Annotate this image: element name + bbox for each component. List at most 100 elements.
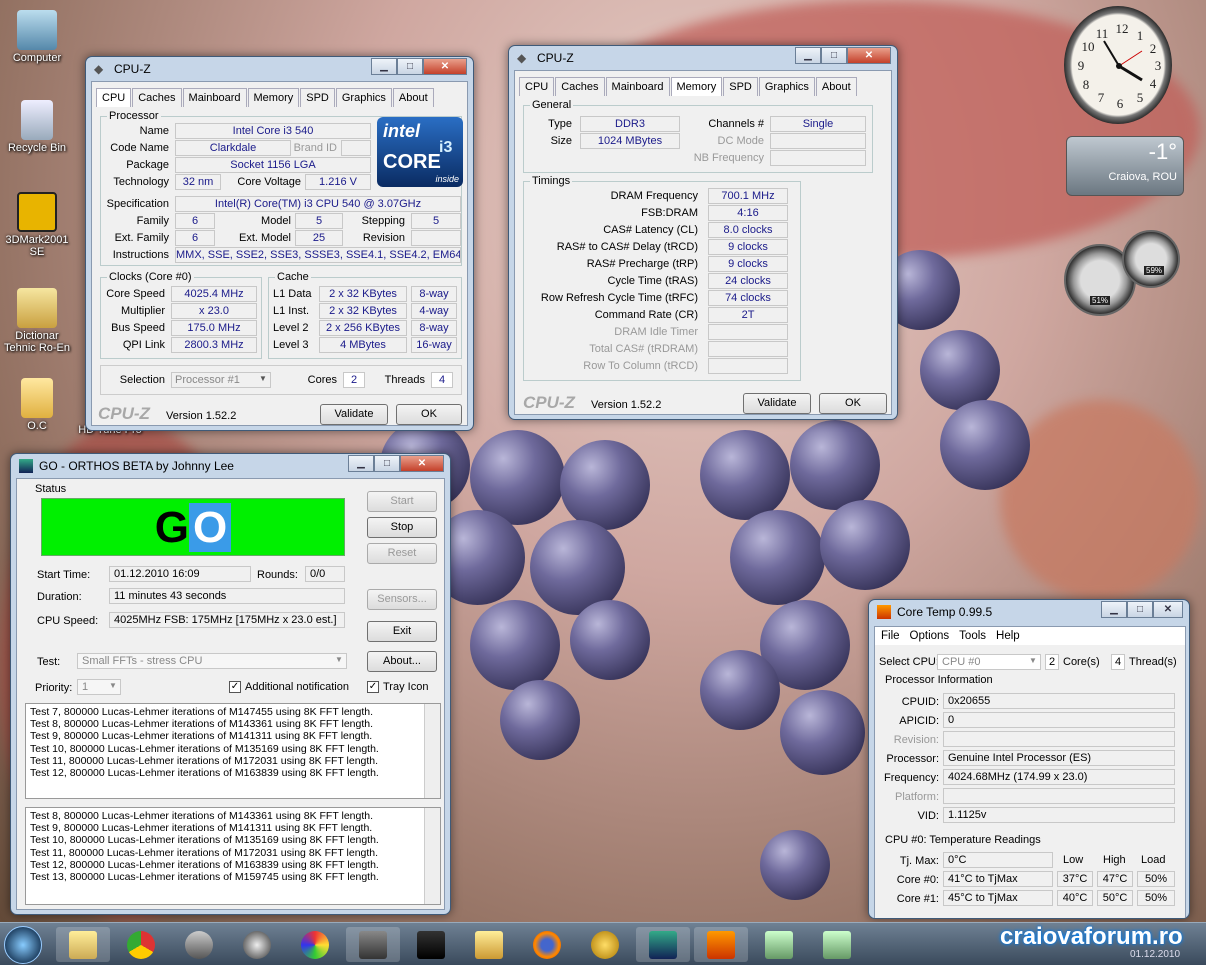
tab-cpu[interactable]: CPU — [519, 77, 555, 96]
log-scrollbar[interactable] — [424, 808, 440, 904]
maximize-button[interactable]: □ — [821, 47, 847, 64]
log-scrollbar[interactable] — [424, 704, 440, 798]
taskbar-cpuz[interactable] — [346, 927, 400, 962]
taskbar-app-7[interactable] — [404, 927, 458, 962]
menu-options[interactable]: Options — [910, 627, 950, 645]
desktop-icon-oc[interactable]: O.C — [0, 378, 74, 432]
priority-label: Priority: — [35, 682, 73, 694]
start-button[interactable]: Start — [367, 491, 437, 512]
menu-tools[interactable]: Tools — [959, 627, 986, 645]
menu-file[interactable]: File — [881, 627, 900, 645]
tray-icon-checkbox[interactable]: ✓ — [367, 681, 379, 693]
timing-value: 4:16 — [708, 205, 788, 221]
tab-graphics[interactable]: Graphics — [335, 88, 392, 107]
taskbar-app-3[interactable] — [172, 927, 226, 962]
taskbar-coretemp[interactable] — [694, 927, 748, 962]
desktop-icon-label: Dictionar Tehnic Ro-En — [3, 330, 71, 354]
processor-info-title: Processor Information — [885, 674, 993, 686]
cpu-meter-gadget[interactable]: 51% 59% — [1064, 230, 1184, 316]
timing-value — [708, 324, 788, 340]
window-title: CPU-Z — [537, 51, 574, 65]
minimize-button[interactable]: ▁ — [371, 58, 397, 75]
stop-button[interactable]: Stop — [367, 517, 437, 538]
taskbar-app-8[interactable] — [462, 927, 516, 962]
taskbar-firefox[interactable] — [520, 927, 574, 962]
minimize-button[interactable]: ▁ — [795, 47, 821, 64]
tab-memory[interactable]: Memory — [670, 77, 723, 96]
tab-graphics[interactable]: Graphics — [758, 77, 815, 96]
cpuz-cpu-window[interactable]: ◆ CPU-Z ▁ □ ✕ CPU Caches Mainboard Memory S… — [85, 56, 474, 431]
processor-select[interactable]: Processor #1 — [171, 372, 271, 388]
info-value — [943, 788, 1175, 804]
rounds-value: 0/0 — [305, 566, 345, 582]
cpuz-app-icon: ◆ — [94, 62, 104, 76]
notification-checkbox[interactable]: ✓ — [229, 681, 241, 693]
specification-label: Specification — [106, 198, 169, 210]
weather-gadget[interactable]: -1° Craiova, ROU — [1066, 136, 1184, 196]
clock-number: 4 — [1150, 76, 1157, 91]
desktop-icon-3dmark[interactable]: 3DMark2001 SE — [0, 192, 74, 258]
ok-button[interactable]: OK — [819, 393, 887, 414]
maximize-button[interactable]: □ — [1127, 601, 1153, 618]
close-button[interactable]: ✕ — [1153, 601, 1183, 618]
tab-about[interactable]: About — [815, 77, 857, 96]
tab-cpu[interactable]: CPU — [96, 88, 132, 107]
book-icon — [475, 930, 503, 959]
tab-caches[interactable]: Caches — [132, 88, 182, 107]
reset-button[interactable]: Reset — [367, 543, 437, 564]
about-button[interactable]: About... — [367, 651, 437, 672]
menu-help[interactable]: Help — [996, 627, 1020, 645]
group-title: Processor — [107, 110, 161, 122]
orthos-window[interactable]: GO - ORTHOS BETA by Johnny Lee ▁ □ ✕ Statu… — [10, 453, 451, 915]
info-value: 4024.68MHz (174.99 x 23.0) — [943, 769, 1175, 785]
ok-button[interactable]: OK — [396, 404, 462, 425]
channels-label: Channels # — [708, 118, 764, 130]
test-select[interactable]: Small FFTs - stress CPU — [77, 653, 347, 669]
exit-button[interactable]: Exit — [367, 621, 437, 642]
cpuz-memory-window[interactable]: ◆ CPU-Z ▁ □ ✕ CPU Caches Mainboard Memory S… — [508, 45, 898, 420]
log-panel-2[interactable]: Test 8, 800000 Lucas-Lehmer iterations o… — [25, 807, 441, 905]
minimize-button[interactable]: ▁ — [348, 455, 374, 472]
core-high-value: 47°C — [1097, 871, 1133, 887]
taskbar-app-10[interactable] — [578, 927, 632, 962]
tab-memory[interactable]: Memory — [247, 88, 300, 107]
family-label: Family — [136, 215, 169, 227]
taskbar-explorer[interactable] — [56, 927, 110, 962]
tab-mainboard[interactable]: Mainboard — [182, 88, 247, 107]
taskbar-app-4[interactable] — [230, 927, 284, 962]
desktop-icon-computer[interactable]: Computer — [0, 10, 74, 64]
clock-gadget[interactable]: 12 1 2 3 4 5 6 7 8 9 10 11 — [1064, 6, 1172, 124]
cache-row-value: 2 x 32 KBytes — [319, 286, 407, 302]
tab-caches[interactable]: Caches — [555, 77, 605, 96]
log-line: Test 12, 800000 Lucas-Lehmer iterations … — [30, 858, 379, 871]
tab-mainboard[interactable]: Mainboard — [605, 77, 670, 96]
close-button[interactable]: ✕ — [400, 455, 444, 472]
close-button[interactable]: ✕ — [847, 47, 891, 64]
log-panel-1[interactable]: Test 7, 800000 Lucas-Lehmer iterations o… — [25, 703, 441, 799]
log-line: Test 12, 800000 Lucas-Lehmer iterations … — [30, 767, 379, 780]
tab-spd[interactable]: SPD — [300, 88, 335, 107]
taskbar-orthos[interactable] — [636, 927, 690, 962]
log-line: Test 7, 800000 Lucas-Lehmer iterations o… — [30, 706, 374, 718]
minimize-button[interactable]: ▁ — [1101, 601, 1127, 618]
taskbar-app-13[interactable] — [752, 927, 806, 962]
tab-spd[interactable]: SPD — [723, 77, 758, 96]
info-value: 0 — [943, 712, 1175, 728]
tab-about[interactable]: About — [392, 88, 434, 107]
coretemp-window[interactable]: Core Temp 0.99.5 ▁ □ ✕ File Options Tools … — [868, 599, 1190, 919]
taskbar-chrome[interactable] — [114, 927, 168, 962]
start-button[interactable] — [4, 926, 42, 964]
taskbar-app-5[interactable] — [288, 927, 342, 962]
sensors-button[interactable]: Sensors... — [367, 589, 437, 610]
select-cpu-dropdown[interactable]: CPU #0 — [937, 654, 1041, 670]
validate-button[interactable]: Validate — [743, 393, 811, 414]
desktop-icon-recycle-bin[interactable]: Recycle Bin — [0, 100, 74, 154]
memory-percent: 59% — [1144, 266, 1165, 275]
core-low-value: 37°C — [1057, 871, 1093, 887]
validate-button[interactable]: Validate — [320, 404, 388, 425]
taskbar-app-14[interactable] — [810, 927, 864, 962]
maximize-button[interactable]: □ — [397, 58, 423, 75]
maximize-button[interactable]: □ — [374, 455, 400, 472]
desktop-icon-dictionar[interactable]: Dictionar Tehnic Ro-En — [0, 288, 74, 354]
close-button[interactable]: ✕ — [423, 58, 467, 75]
